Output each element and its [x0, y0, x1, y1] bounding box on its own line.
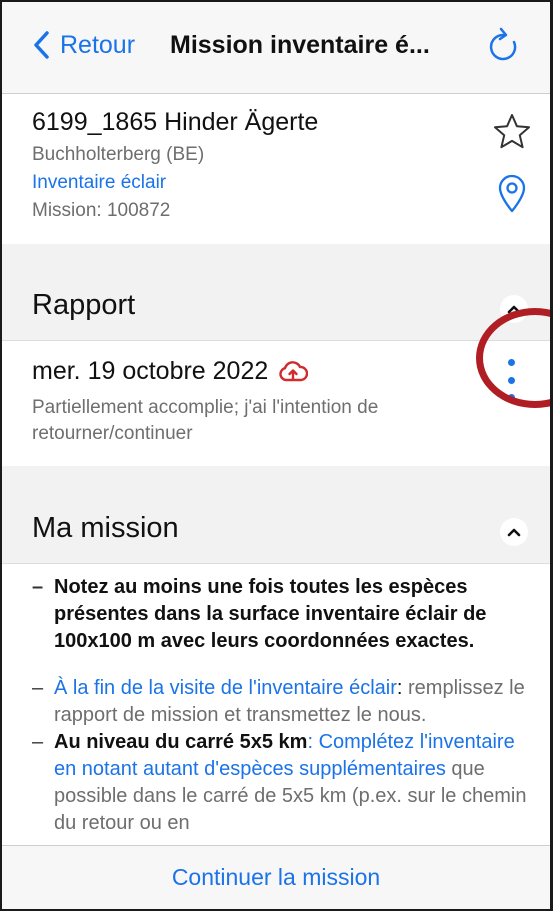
bottom-toolbar: Continuer la mission	[2, 845, 550, 909]
site-name: 6199_1865 Hinder Ägerte	[32, 108, 319, 136]
app-screen: Retour Mission inventaire é... 6199_1865…	[0, 0, 553, 911]
inventory-type-link[interactable]: Inventaire éclair	[32, 172, 166, 194]
site-commune: Buchholterberg (BE)	[32, 144, 205, 165]
report-section-header[interactable]: Rapport	[2, 275, 550, 341]
list-item: Notez au moins une fois toutes les espèc…	[32, 574, 532, 655]
report-section-title: Rapport	[32, 289, 136, 321]
instruction-list: Notez au moins une fois toutes les espèc…	[32, 574, 532, 837]
site-info: 6199_1865 Hinder Ägerte Buchholterberg (…	[2, 94, 550, 244]
back-button[interactable]: Retour	[32, 30, 135, 60]
mission-instructions: Notez au moins une fois toutes les espèc…	[2, 564, 550, 850]
mission-number: Mission: 100872	[32, 200, 171, 221]
chevron-left-icon	[34, 31, 49, 59]
refresh-icon[interactable]	[486, 26, 522, 68]
chevron-up-icon[interactable]	[500, 518, 528, 546]
list-item: À la fin de la visite de l'inventaire éc…	[32, 675, 532, 729]
location-pin-icon[interactable]	[496, 174, 528, 214]
section-gap	[2, 466, 550, 498]
report-date-label: mer. 19 octobre 2022	[32, 357, 269, 385]
report-date: mer. 19 octobre 2022	[32, 357, 309, 386]
list-item: Au niveau du carré 5x5 km: Complétez l'i…	[32, 729, 532, 837]
back-label: Retour	[60, 30, 136, 59]
continue-mission-button[interactable]: Continuer la mission	[172, 864, 380, 891]
mission-section-header[interactable]: Ma mission	[2, 498, 550, 564]
page-title: Mission inventaire é...	[170, 31, 430, 59]
section-gap	[2, 244, 550, 275]
report-status: Partiellement accomplie; j'ai l'intentio…	[32, 397, 379, 444]
navigation-bar: Retour Mission inventaire é...	[2, 2, 550, 94]
cloud-upload-icon	[279, 360, 309, 381]
end-of-visit-link[interactable]: À la fin de la visite de l'inventaire éc…	[54, 677, 397, 699]
mission-section-title: Ma mission	[32, 512, 179, 544]
star-icon[interactable]	[492, 112, 532, 152]
report-entry[interactable]: mer. 19 octobre 2022 Partiellement accom…	[2, 341, 550, 466]
